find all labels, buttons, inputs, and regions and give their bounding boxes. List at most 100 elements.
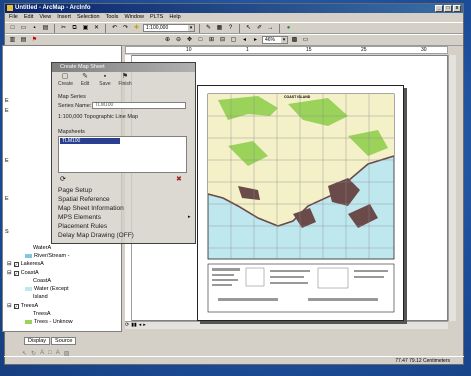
arrow-icon[interactable]: → [266,24,275,33]
redo-icon[interactable]: ↷ [121,24,130,33]
table-icon[interactable]: ▤ [19,36,28,45]
menu-view[interactable]: View [39,13,51,22]
map-series-label: Map Series [58,94,86,100]
layer-checkbox[interactable]: ✓ [13,270,19,276]
new-icon[interactable]: □ [8,24,17,33]
edit-tool-button[interactable]: ✎ Edit [78,73,92,87]
refresh-icon[interactable]: ⟳ [60,175,66,183]
vertical-scrollbar[interactable] [448,55,456,321]
map-sheet-page[interactable]: COAST ISLAND [197,85,404,321]
menu-file[interactable]: File [9,13,18,22]
menu-delay-map-drawing[interactable]: Delay Map Drawing (OFF) [58,232,134,239]
horizontal-scrollbar[interactable]: ⟳ ▮▮ ◂ ▸ [125,321,448,329]
toc-layer-label[interactable]: TreesA [33,311,51,317]
zoom-out-page-icon[interactable]: ⊖ [174,36,183,45]
dialog-title-bar: Create Map Sheet [52,63,195,72]
save-tool-button[interactable]: ▪ Save [98,73,112,87]
chevron-down-icon: ▾ [281,37,287,43]
toc-partial-row: S [5,229,9,235]
menu-tools[interactable]: Tools [106,13,119,22]
add-data-icon[interactable]: ✚ [132,24,141,33]
cut-icon[interactable]: ✂ [59,24,68,33]
toc-layer-lakeres[interactable]: ⊟ ✓ LakeresA [7,261,44,267]
create-icon: ▢ [61,73,69,80]
menu-map-sheet-information[interactable]: Map Sheet Information [58,205,124,212]
globe-icon[interactable]: ● [284,24,293,33]
catalog-icon[interactable]: ▦ [215,24,224,33]
toc-legend-entry: Island [33,294,48,300]
menu-mps-elements[interactable]: MPS Elements [58,214,101,221]
save-icon[interactable]: ▪ [30,24,39,33]
menu-plts[interactable]: PLTS [150,13,163,22]
menu-window[interactable]: Window [124,13,144,22]
focus-frame-icon[interactable]: ▭ [301,36,310,45]
scroll-left-icon[interactable]: ◂ [139,322,142,329]
next-extent-icon[interactable]: ▸ [251,36,260,45]
copy-icon[interactable]: ⧉ [70,24,79,33]
layer-checkbox[interactable]: ✓ [13,261,19,267]
finish-tool-button[interactable]: ⚑ Finish [118,73,132,87]
toc-layer-trees[interactable]: ⊟ ✓ TreesA [7,303,38,309]
help-icon[interactable]: ? [226,24,235,33]
minimize-button[interactable]: _ [435,5,443,12]
layer-icon[interactable]: ▥ [8,36,17,45]
zoom-value: 46% [265,37,276,43]
zoom-combo[interactable]: 46% ▾ [262,36,288,44]
flag-icon[interactable]: ⚑ [30,36,39,45]
editor-icon[interactable]: ✎ [204,24,213,33]
symbol-swatch [25,287,32,291]
undo-icon[interactable]: ↶ [110,24,119,33]
toc-legend-entry: River/Stream - [25,253,69,259]
series-name-select[interactable]: TLM100 [92,102,186,109]
fixed-zoom-in-icon[interactable]: ⊞ [207,36,216,45]
open-icon[interactable]: ▭ [19,24,28,33]
layer-checkbox[interactable]: ✓ [13,303,19,309]
pan-page-icon[interactable]: ✥ [185,36,194,45]
tab-display[interactable]: Display [24,337,51,345]
menu-help[interactable]: Help [169,13,180,22]
toc-tabs: Display Source [24,337,77,345]
toc-layer-label[interactable]: CoastA [33,278,51,284]
create-tool-button[interactable]: ▢ Create [58,73,73,87]
refresh-icon[interactable]: ⟳ [125,322,129,329]
sketch-icon[interactable]: ✐ [255,24,264,33]
horizontal-ruler: 10 1 15 25 30 [125,46,448,54]
tab-source[interactable]: Source [51,337,77,345]
mapsheets-list[interactable]: TLM100 [58,136,187,173]
print-icon[interactable]: ▤ [41,24,50,33]
zoom-100-icon[interactable]: ▢ [229,36,238,45]
menu-page-setup[interactable]: Page Setup [58,187,92,194]
scale-combo[interactable]: 1:100,000 ▾ [143,24,195,32]
chevron-down-icon: ▾ [188,25,194,31]
series-description: 1:100,000 Topographic Line Map [58,114,139,120]
pointer-icon[interactable]: ↖ [244,24,253,33]
menu-spatial-reference[interactable]: Spatial Reference [58,196,110,203]
delete-icon[interactable]: ✕ [92,24,101,33]
toc-partial-row: E [5,158,9,164]
toggle-draft-icon[interactable]: ▩ [290,36,299,45]
title-bar: Untitled - ArcMap - ArcInfo _ □ x [5,4,463,13]
maximize-button[interactable]: □ [444,5,452,12]
previous-extent-icon[interactable]: ◂ [240,36,249,45]
toc-partial-row: E [5,108,9,114]
mapsheet-item-selected[interactable]: TLM100 [60,138,120,144]
window-title: Untitled - ArcMap - ArcInfo [15,5,91,11]
menu-edit[interactable]: Edit [24,13,33,22]
close-button[interactable]: x [453,5,461,12]
fixed-zoom-out-icon[interactable]: ⊟ [218,36,227,45]
toc-layer-label[interactable]: WaterA [33,245,51,251]
status-bar: 77.47 79.12 Centimeters [4,356,464,365]
dialog-toolbar: ▢ Create ✎ Edit ▪ Save ⚑ Finish [58,73,132,87]
delete-icon[interactable]: ✖ [176,175,182,183]
toc-legend-entry: Trees - Unknow [25,319,73,325]
toc-partial-row: E [5,98,9,104]
menu-insert[interactable]: Insert [57,13,71,22]
zoom-in-page-icon[interactable]: ⊕ [163,36,172,45]
paste-icon[interactable]: ▣ [81,24,90,33]
toc-layer-coast[interactable]: ⊟ ✓ CoastA [7,270,39,276]
pause-icon[interactable]: ▮▮ [131,322,137,329]
menu-selection[interactable]: Selection [77,13,100,22]
zoom-whole-page-icon[interactable]: □ [196,36,205,45]
menu-placement-rules[interactable]: Placement Rules [58,223,107,230]
scroll-right-icon[interactable]: ▸ [143,322,146,329]
